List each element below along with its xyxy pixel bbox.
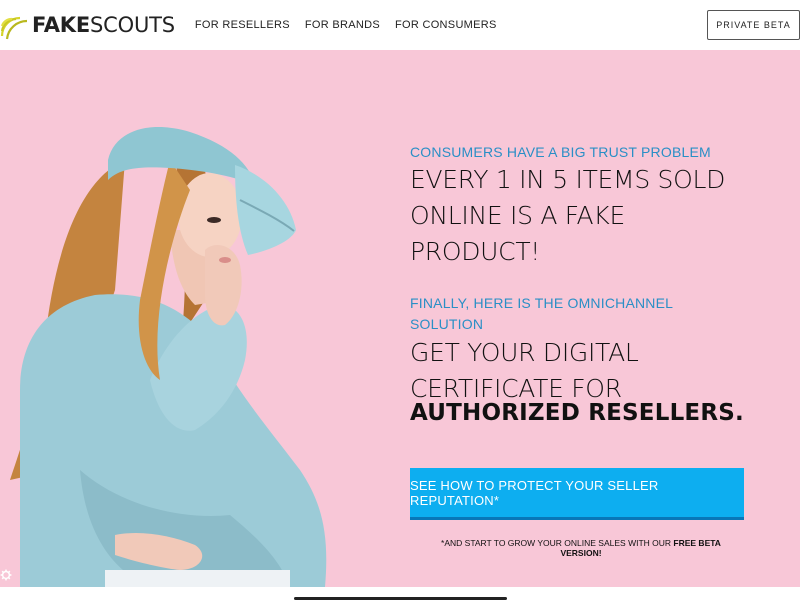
main-nav: FOR RESELLERS FOR BRANDS FOR CONSUMERS [195,19,512,31]
beta-footnote: *AND START TO GROW YOUR ONLINE SALES WIT… [441,538,721,558]
top-navigation-bar: FAKESCOUTS FOR RESELLERS FOR BRANDS FOR … [0,0,800,50]
hero-headline-certificate: GET YOUR DIGITAL CERTIFICATE FOR [410,338,639,403]
hero-eyebrow-solution: FINALLY, HERE IS THE OMNICHANNEL SOLUTIO… [410,295,673,332]
hero-headline-authorized-resellers: AUTHORIZED RESELLERS. [410,400,744,426]
logo-icon [0,16,28,40]
hero-section: CONSUMERS HAVE A BIG TRUST PROBLEM EVERY… [0,50,800,587]
hero-headline-fake-products: EVERY 1 IN 5 ITEMS SOLD ONLINE IS A FAKE… [410,165,726,266]
nav-for-resellers[interactable]: FOR RESELLERS [195,19,290,31]
protect-reputation-cta-button[interactable]: SEE HOW TO PROTECT YOUR SELLER REPUTATIO… [410,468,744,520]
logo-text: FAKESCOUTS [32,13,175,37]
nav-for-brands[interactable]: FOR BRANDS [305,19,380,31]
nav-for-consumers[interactable]: FOR CONSUMERS [395,19,497,31]
hero-photo [10,127,327,587]
private-beta-button[interactable]: PRIVATE BETA [707,10,800,40]
logo[interactable]: FAKESCOUTS [0,0,175,50]
hero-eyebrow-trust-problem: CONSUMERS HAVE A BIG TRUST PROBLEM [410,144,711,160]
gear-icon[interactable] [0,569,12,581]
